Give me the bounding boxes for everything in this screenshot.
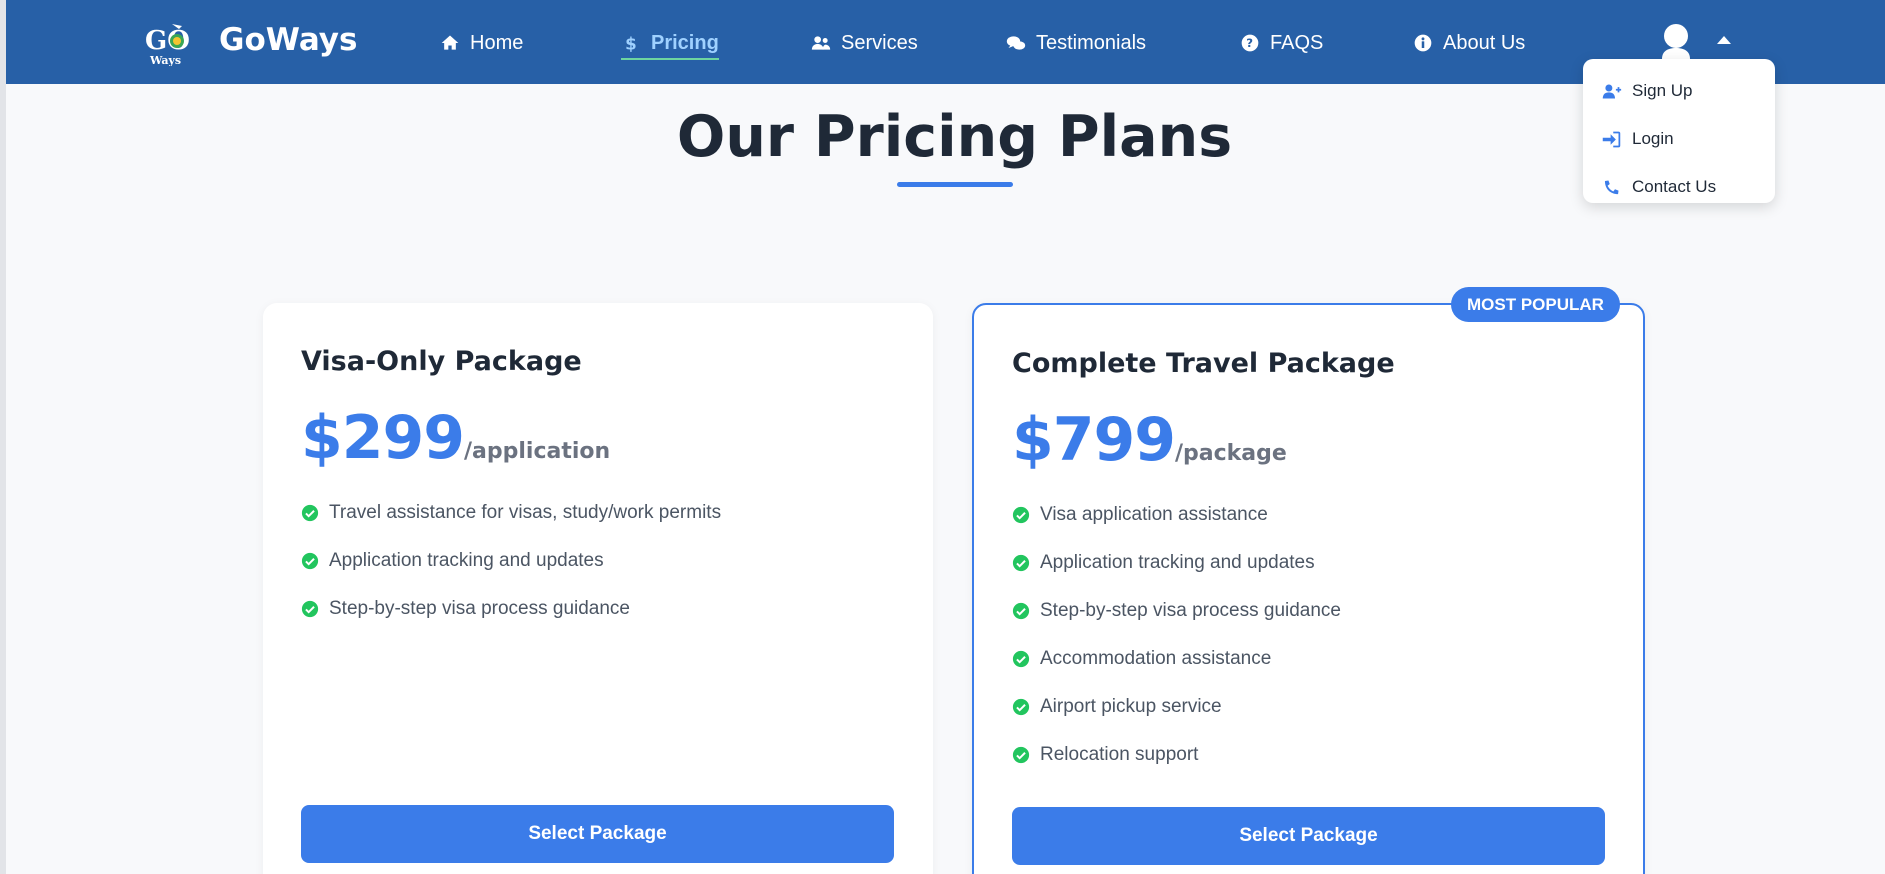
check-circle-icon (1012, 698, 1030, 716)
feature-text: Step-by-step visa process guidance (1040, 600, 1341, 621)
price-unit: /package (1175, 441, 1287, 466)
chevron-up-icon[interactable] (1717, 36, 1731, 44)
brand-logo[interactable]: GO Ways (144, 20, 190, 67)
feature-item: Step-by-step visa process guidance (301, 585, 721, 633)
nav-about[interactable]: About Us (1413, 28, 1525, 58)
feature-text: Application tracking and updates (1040, 552, 1315, 573)
plan-card-visa-only: Visa-Only Package $299 /application Trav… (263, 303, 933, 874)
nav-faqs-label: FAQS (1270, 31, 1324, 54)
menu-item-contact[interactable]: Contact Us (1583, 163, 1775, 211)
feature-item: Step-by-step visa process guidance (1012, 587, 1341, 635)
svg-text:$: $ (625, 35, 637, 53)
brand-name[interactable]: GoWays (219, 22, 357, 58)
nav-pricing-label: Pricing (651, 31, 719, 54)
page-frame: GO Ways GoWays Home $ Pricing Services T… (0, 0, 1885, 874)
nav-pricing[interactable]: $ Pricing (621, 28, 719, 60)
title-underline (897, 182, 1013, 187)
nav-faqs[interactable]: ? FAQS (1240, 28, 1323, 58)
feature-text: Accommodation assistance (1040, 648, 1272, 669)
dollar-icon: $ (625, 35, 637, 53)
nav-services[interactable]: Services (811, 28, 918, 58)
check-circle-icon (1012, 650, 1030, 668)
question-circle-icon: ? (1241, 34, 1259, 52)
feature-text: Airport pickup service (1040, 696, 1222, 717)
nav-services-label: Services (841, 31, 918, 54)
price-amount: $799 (1012, 405, 1176, 475)
user-avatar-icon[interactable] (1658, 23, 1694, 59)
plan-title: Complete Travel Package (1012, 348, 1395, 379)
check-circle-icon (1012, 506, 1030, 524)
nav-home-label: Home (470, 31, 524, 54)
most-popular-badge: MOST POPULAR (1451, 287, 1620, 322)
feature-list: Visa application assistance Application … (1012, 491, 1341, 779)
plan-card-complete-travel: Complete Travel Package $799 /package Vi… (972, 303, 1645, 874)
feature-item: Application tracking and updates (301, 537, 721, 585)
check-circle-icon (301, 600, 319, 618)
feature-item: Travel assistance for visas, study/work … (301, 489, 721, 537)
check-circle-icon (301, 504, 319, 522)
feature-list: Travel assistance for visas, study/work … (301, 489, 721, 633)
svg-text:?: ? (1246, 36, 1253, 50)
nav-testimonials-label: Testimonials (1036, 31, 1147, 54)
feature-text: Application tracking and updates (329, 550, 604, 571)
plan-price: $299 /application (301, 403, 610, 473)
check-circle-icon (1012, 746, 1030, 764)
check-circle-icon (301, 552, 319, 570)
feature-text: Travel assistance for visas, study/work … (329, 502, 722, 523)
feature-text: Relocation support (1040, 744, 1199, 765)
check-circle-icon (1012, 554, 1030, 572)
feature-item: Airport pickup service (1012, 683, 1341, 731)
price-amount: $299 (301, 403, 465, 473)
feature-text: Visa application assistance (1040, 504, 1268, 525)
plan-title: Visa-Only Package (301, 346, 582, 377)
comments-icon (1006, 36, 1026, 50)
plan-price: $799 /package (1012, 405, 1287, 475)
nav-home[interactable]: Home (440, 28, 523, 58)
logo-subtext: Ways (149, 54, 181, 66)
feature-item: Relocation support (1012, 731, 1341, 779)
feature-text: Step-by-step visa process guidance (329, 598, 630, 619)
menu-item-sign-up[interactable]: Sign Up (1583, 67, 1775, 115)
sign-in-icon (1602, 131, 1621, 147)
feature-item: Visa application assistance (1012, 491, 1341, 539)
home-icon (441, 35, 459, 50)
menu-item-login[interactable]: Login (1583, 115, 1775, 163)
nav-testimonials[interactable]: Testimonials (1006, 28, 1146, 58)
menu-item-label: Sign Up (1632, 81, 1693, 100)
user-plus-icon (1602, 84, 1622, 98)
info-circle-icon (1414, 34, 1432, 52)
price-unit: /application (464, 439, 611, 464)
menu-item-label: Login (1632, 129, 1674, 148)
user-dropdown-menu: Sign Up Login Contact Us (1583, 59, 1775, 203)
menu-item-label: Contact Us (1632, 177, 1717, 196)
select-package-button[interactable]: Select Package (301, 805, 894, 863)
phone-icon (1604, 180, 1619, 194)
feature-item: Application tracking and updates (1012, 539, 1341, 587)
check-circle-icon (1012, 602, 1030, 620)
select-package-button[interactable]: Select Package (1012, 807, 1605, 865)
users-icon (811, 36, 831, 50)
feature-item: Accommodation assistance (1012, 635, 1341, 683)
nav-about-label: About Us (1443, 31, 1526, 54)
